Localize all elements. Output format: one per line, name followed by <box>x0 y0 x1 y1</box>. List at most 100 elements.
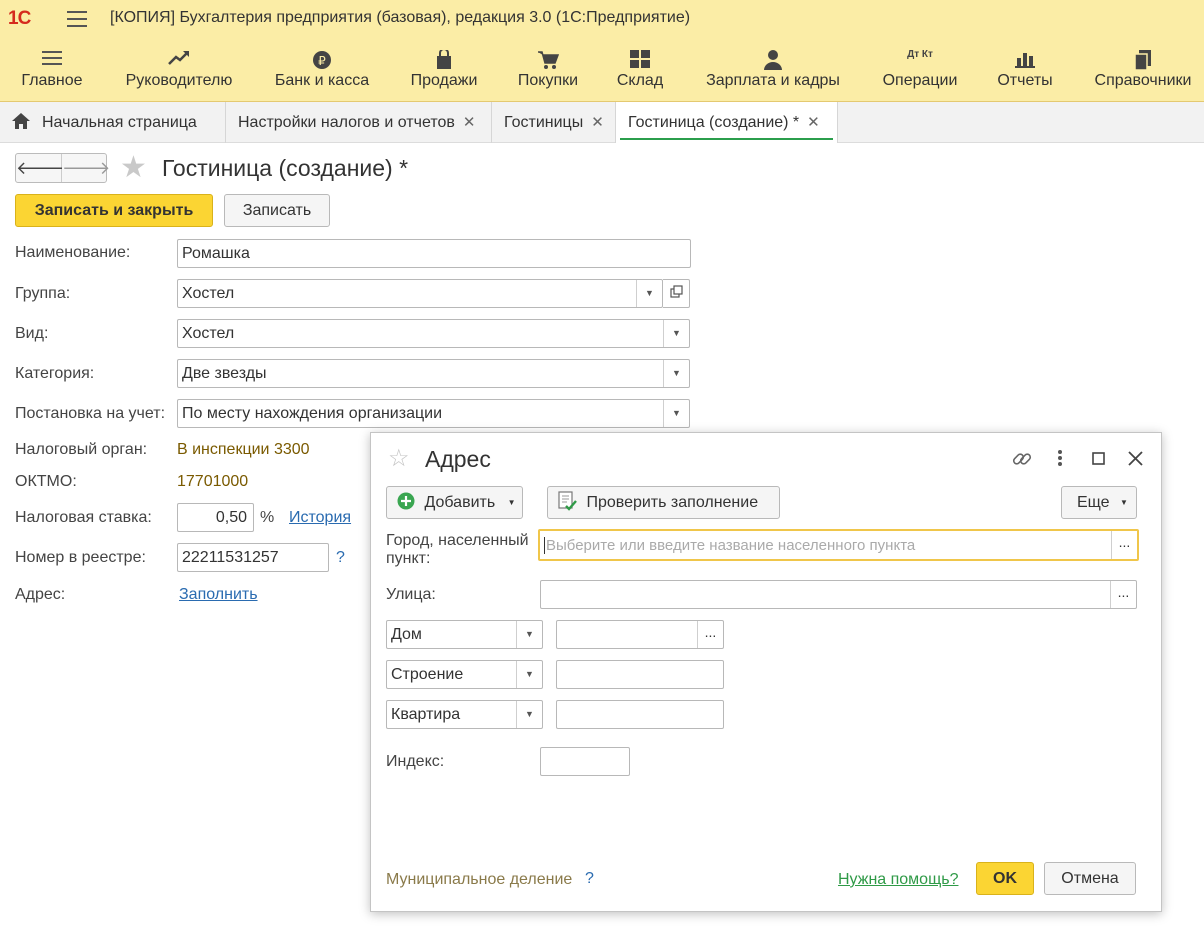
index-input[interactable] <box>540 747 630 776</box>
tab-bar: Начальная страница Настройки налогов и о… <box>0 102 1204 143</box>
shopping-bag-icon <box>404 38 484 72</box>
chevron-down-icon[interactable]: ▼ <box>636 280 662 307</box>
house-number-input[interactable]: ... <box>556 620 724 649</box>
group-select[interactable]: Хостел ▼ <box>177 279 663 308</box>
active-tab-indicator <box>620 138 833 140</box>
favorite-star-icon[interactable]: ☆ <box>388 445 410 473</box>
building-number-input[interactable] <box>556 660 724 689</box>
ok-button[interactable]: OK <box>976 862 1034 895</box>
ellipsis-button[interactable]: ... <box>697 621 723 648</box>
person-icon <box>700 38 846 72</box>
apartment-type-select[interactable]: Квартира ▼ <box>386 700 543 729</box>
group-label: Группа: <box>15 285 71 302</box>
street-input[interactable]: ... <box>540 580 1137 609</box>
section-management[interactable]: Руководителю <box>118 38 240 102</box>
category-label: Категория: <box>15 365 95 382</box>
window-title: [КОПИЯ] Бухгалтерия предприятия (базовая… <box>110 9 691 26</box>
chevron-down-icon[interactable]: ▼ <box>663 400 689 427</box>
tab-tax-settings[interactable]: Настройки налогов и отчетов ✕ <box>226 102 492 143</box>
help-icon[interactable]: ? <box>336 549 345 567</box>
tab-home[interactable]: Начальная страница <box>0 102 226 143</box>
check-filling-button[interactable]: Проверить заполнение <box>547 486 780 519</box>
section-sales[interactable]: Продажи <box>404 38 484 102</box>
section-purchases[interactable]: Покупки <box>510 38 586 102</box>
address-fill-link[interactable]: Заполнить <box>179 586 258 604</box>
tax-rate-label: Налоговая ставка: <box>15 509 152 526</box>
ruble-coin-icon: ₽ <box>268 38 376 72</box>
forward-arrow-icon[interactable]: 🡒 <box>62 154 110 182</box>
registration-label: Постановка на учет: <box>15 405 166 422</box>
favorite-star-icon[interactable]: ★ <box>120 152 147 184</box>
registration-value: По месту нахождения организации <box>182 405 443 422</box>
main-menu-icon[interactable] <box>67 11 87 27</box>
section-operations[interactable]: Дт Кт Операции <box>876 38 964 102</box>
category-value: Две звезды <box>182 365 267 382</box>
chevron-down-icon[interactable]: ▼ <box>663 320 689 347</box>
help-icon[interactable]: ? <box>585 870 594 888</box>
ellipsis-button[interactable]: ... <box>1111 531 1137 559</box>
need-help-link[interactable]: Нужна помощь? <box>838 871 958 889</box>
address-label: Адрес: <box>15 586 66 603</box>
maximize-icon[interactable] <box>1092 452 1105 469</box>
tab-hotels[interactable]: Гостиницы ✕ <box>492 102 616 143</box>
open-icon[interactable] <box>663 279 690 308</box>
tax-rate-history-link[interactable]: История <box>289 509 351 527</box>
apartment-number-input[interactable] <box>556 700 724 729</box>
category-select[interactable]: Две звезды ▼ <box>177 359 690 388</box>
city-input[interactable]: Выберите или введите название населенног… <box>538 529 1139 561</box>
kind-select[interactable]: Хостел ▼ <box>177 319 690 348</box>
registry-number-label: Номер в реестре: <box>15 549 146 566</box>
close-icon[interactable]: ✕ <box>463 114 476 131</box>
city-placeholder: Выберите или введите название населенног… <box>544 537 916 554</box>
chevron-down-icon: ▼ <box>507 498 516 507</box>
chevron-down-icon[interactable]: ▼ <box>516 621 542 648</box>
building-type-select[interactable]: Строение ▼ <box>386 660 543 689</box>
tab-label: Гостиница (создание) * <box>628 114 800 131</box>
bar-chart-icon <box>992 38 1058 72</box>
close-icon[interactable]: ✕ <box>591 114 604 131</box>
tab-hotel-create[interactable]: Гостиница (создание) * ✕ <box>616 102 838 143</box>
more-button[interactable]: Еще ▼ <box>1061 486 1137 519</box>
save-and-close-button[interactable]: Записать и закрыть <box>15 194 213 227</box>
cancel-button[interactable]: Отмена <box>1044 862 1136 895</box>
add-button[interactable]: Добавить ▼ <box>386 486 523 519</box>
group-value: Хостел <box>182 285 235 302</box>
kind-value: Хостел <box>182 325 235 342</box>
close-icon[interactable]: ✕ <box>807 114 820 131</box>
chevron-down-icon[interactable]: ▼ <box>516 701 542 728</box>
name-label: Наименование: <box>15 244 131 261</box>
plus-circle-icon <box>397 490 415 521</box>
address-dialog: ☆ Адрес Добавить ▼ Проверить заполнение <box>370 432 1162 912</box>
section-reports[interactable]: Отчеты <box>992 38 1058 102</box>
oktmo-label: ОКТМО: <box>15 473 77 490</box>
tax-rate-input[interactable]: 0,50 <box>177 503 254 532</box>
back-arrow-icon[interactable]: 🡐 <box>16 154 64 182</box>
percent-unit: % <box>260 509 275 526</box>
registration-select[interactable]: По месту нахождения организации ▼ <box>177 399 690 428</box>
link-icon[interactable] <box>1011 448 1033 474</box>
document-check-icon <box>557 491 577 522</box>
ellipsis-button[interactable]: ... <box>1110 581 1136 608</box>
oktmo-value[interactable]: 17701000 <box>177 473 248 491</box>
section-bank-cash[interactable]: ₽ Банк и касса <box>268 38 376 102</box>
more-vertical-icon[interactable] <box>1056 448 1064 472</box>
dt-kt-icon: Дт Кт <box>907 49 933 60</box>
section-main[interactable]: Главное <box>14 38 90 102</box>
section-warehouse[interactable]: Склад <box>608 38 672 102</box>
kind-label: Вид: <box>15 325 49 342</box>
books-icon <box>1088 38 1198 72</box>
house-type-select[interactable]: Дом ▼ <box>386 620 543 649</box>
tax-office-value[interactable]: В инспекции 3300 <box>177 441 310 459</box>
1c-logo: 1С <box>8 8 31 29</box>
municipal-division-label[interactable]: Муниципальное деление <box>386 871 572 889</box>
save-button[interactable]: Записать <box>224 194 330 227</box>
chevron-down-icon[interactable]: ▼ <box>516 661 542 688</box>
name-input[interactable]: Ромашка <box>177 239 691 268</box>
chevron-down-icon[interactable]: ▼ <box>663 360 689 387</box>
tax-office-label: Налоговый орган: <box>15 441 148 458</box>
street-label: Улица: <box>386 586 436 603</box>
section-directories[interactable]: Справочники <box>1088 38 1198 102</box>
registry-number-input[interactable]: 22211531257 <box>177 543 329 572</box>
close-icon[interactable] <box>1128 451 1143 470</box>
section-salary-hr[interactable]: Зарплата и кадры <box>700 38 846 102</box>
